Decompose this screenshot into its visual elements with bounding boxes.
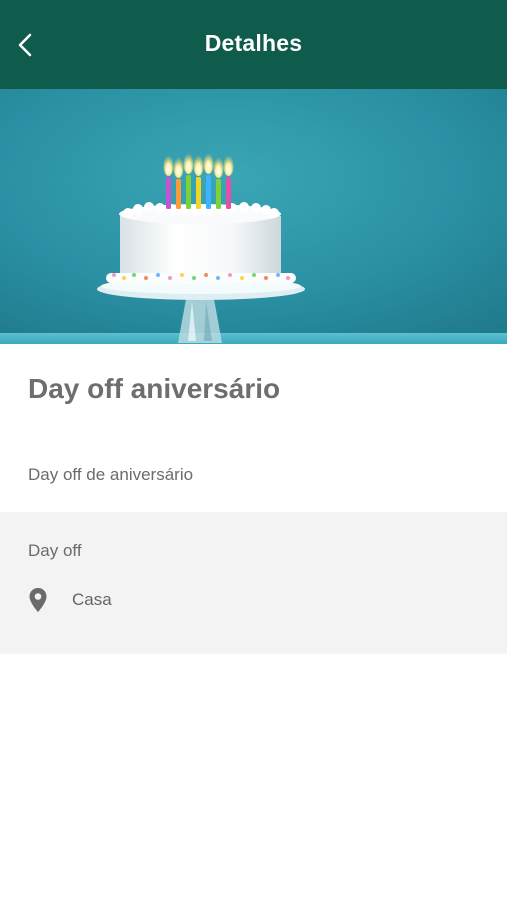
event-location[interactable]: Casa [28,586,112,614]
event-category: Day off [28,541,82,560]
page-title: Detalhes [204,30,303,56]
top-app-bar: Detalhes [0,0,507,89]
birthday-cake-illustration [0,89,507,344]
event-title: Day off aniversário [28,373,281,404]
location-label: Casa [72,590,112,609]
event-description: Day off de aniversário [28,465,194,484]
details-screen: Detalhes Day off aniversário Day off de … [0,0,507,900]
location-pin-icon [28,586,54,614]
event-info-panel: Day off Casa [0,512,507,654]
event-image [0,89,507,344]
